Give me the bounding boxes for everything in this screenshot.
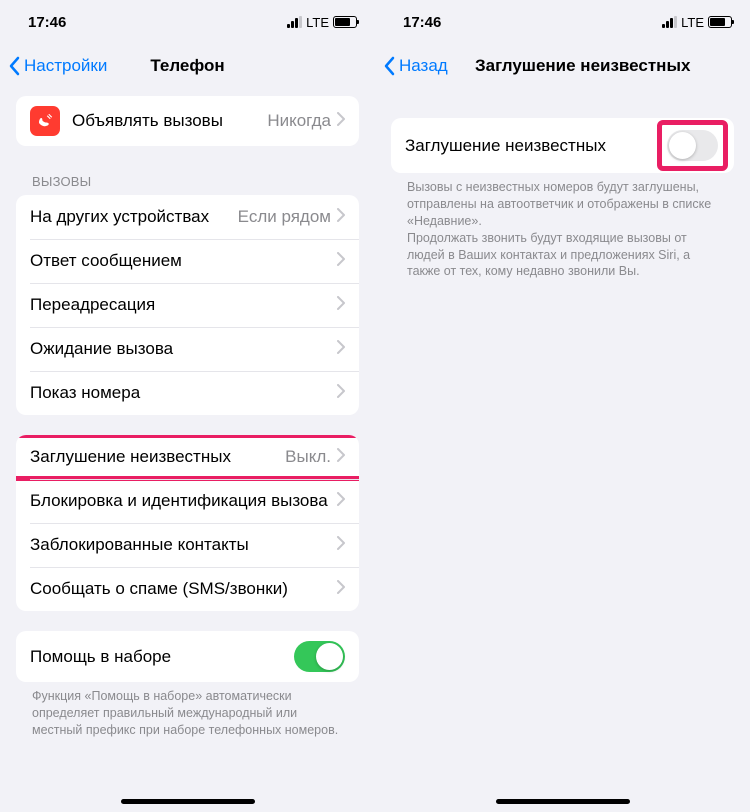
battery-icon [708,16,732,28]
chevron-right-icon [337,384,345,403]
chevron-right-icon [337,296,345,315]
row-label: Ожидание вызова [30,339,337,359]
nav-bar: Назад Заглушение неизвестных [375,44,750,88]
chevron-left-icon [8,56,20,76]
chevron-right-icon [337,580,345,599]
row-announce-calls[interactable]: Объявлять вызовы Никогда [16,96,359,146]
network-label: LTE [306,15,329,30]
group-silence-toggle: Заглушение неизвестных [391,118,734,173]
row-label: Переадресация [30,295,337,315]
announce-icon [30,106,60,136]
group-dial-assist: Помощь в наборе [16,631,359,682]
content: Заглушение неизвестных Вызовы с неизвест… [375,88,750,812]
row-label: Сообщать о спаме (SMS/звонки) [30,579,337,599]
row-value: Никогда [267,111,331,131]
group-header-calls: ВЫЗОВЫ [32,174,343,189]
back-label: Настройки [24,56,107,76]
group-announce: Объявлять вызовы Никогда [16,96,359,146]
row-label: Блокировка и идентификация вызова [30,491,337,511]
dial-assist-toggle[interactable] [294,641,345,672]
status-time: 17:46 [28,14,66,31]
row-dial-assist[interactable]: Помощь в наборе [16,631,359,682]
chevron-right-icon [337,112,345,131]
row-label: Заблокированные контакты [30,535,337,555]
row-call-forwarding[interactable]: Переадресация [16,283,359,327]
silence-toggle[interactable] [667,130,718,161]
status-right: LTE [287,15,357,30]
row-other-devices[interactable]: На других устройствах Если рядом [16,195,359,239]
battery-icon [333,16,357,28]
row-label: Ответ сообщением [30,251,337,271]
chevron-right-icon [337,340,345,359]
content: Объявлять вызовы Никогда ВЫЗОВЫ На други… [0,88,375,812]
status-bar: 17:46 LTE [375,0,750,44]
row-blocked-contacts[interactable]: Заблокированные контакты [16,523,359,567]
chevron-right-icon [337,492,345,511]
screen-silence-unknown: 17:46 LTE Назад Заглушение неизвестных З… [375,0,750,812]
row-show-caller-id[interactable]: Показ номера [16,371,359,415]
row-label: Объявлять вызовы [72,111,267,131]
back-button[interactable]: Назад [383,56,448,76]
back-button[interactable]: Настройки [8,56,107,76]
row-label: Показ номера [30,383,337,403]
row-silence-toggle[interactable]: Заглушение неизвестных [391,118,734,173]
chevron-right-icon [337,252,345,271]
network-label: LTE [681,15,704,30]
row-value: Выкл. [285,447,331,467]
row-label: Заглушение неизвестных [30,447,285,467]
chevron-right-icon [337,536,345,555]
row-label: Помощь в наборе [30,647,294,667]
status-time: 17:46 [403,14,441,31]
chevron-right-icon [337,448,345,467]
silence-note: Вызовы с неизвестных номеров будут заглу… [407,179,718,280]
home-indicator [121,799,255,804]
screen-phone-settings: 17:46 LTE Настройки Телефон Объявлять вы… [0,0,375,812]
row-report-spam[interactable]: Сообщать о спаме (SMS/звонки) [16,567,359,611]
status-right: LTE [662,15,732,30]
row-label: Заглушение неизвестных [405,136,665,156]
signal-icon [662,16,677,28]
group-silence-blocking: Заглушение неизвестных Выкл. Блокировка … [16,435,359,611]
group-calls: На других устройствах Если рядом Ответ с… [16,195,359,415]
status-bar: 17:46 LTE [0,0,375,44]
nav-bar: Настройки Телефон [0,44,375,88]
chevron-left-icon [383,56,395,76]
chevron-right-icon [337,208,345,227]
row-respond-with-text[interactable]: Ответ сообщением [16,239,359,283]
signal-icon [287,16,302,28]
row-call-blocking[interactable]: Блокировка и идентификация вызова [16,479,359,523]
dial-assist-note: Функция «Помощь в наборе» автоматически … [32,688,343,739]
row-label: На других устройствах [30,207,238,227]
row-value: Если рядом [238,207,331,227]
back-label: Назад [399,56,448,76]
row-call-waiting[interactable]: Ожидание вызова [16,327,359,371]
home-indicator [496,799,630,804]
row-silence-unknown[interactable]: Заглушение неизвестных Выкл. [16,435,359,479]
